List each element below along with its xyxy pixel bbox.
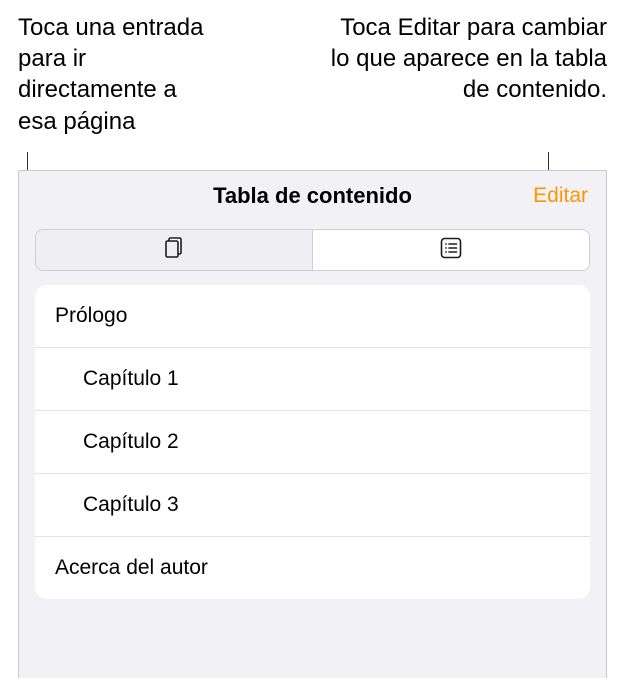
callout-tap-entry: Toca una entrada para ir directamente a … [18,12,218,160]
panel-title: Tabla de contenido [213,183,412,209]
callout-tap-edit: Toca Editar para cambiar lo que aparece … [327,12,607,160]
toc-list: Prólogo Capítulo 1 Capítulo 2 Capítulo 3… [35,285,590,599]
toc-entry[interactable]: Acerca del autor [35,537,590,599]
toc-entry[interactable]: Capítulo 3 [35,474,590,537]
edit-button[interactable]: Editar [533,184,588,208]
list-icon [437,234,465,267]
toc-entry[interactable]: Capítulo 1 [35,348,590,411]
segment-thumbnails[interactable] [36,230,312,270]
segment-toc[interactable] [312,230,589,270]
view-segmented-control [35,229,590,271]
pages-icon [160,234,188,267]
toc-entry[interactable]: Prólogo [35,285,590,348]
panel-header: Tabla de contenido Editar [19,171,606,221]
toc-entry[interactable]: Capítulo 2 [35,411,590,474]
toc-panel: Tabla de contenido Editar [18,170,607,678]
